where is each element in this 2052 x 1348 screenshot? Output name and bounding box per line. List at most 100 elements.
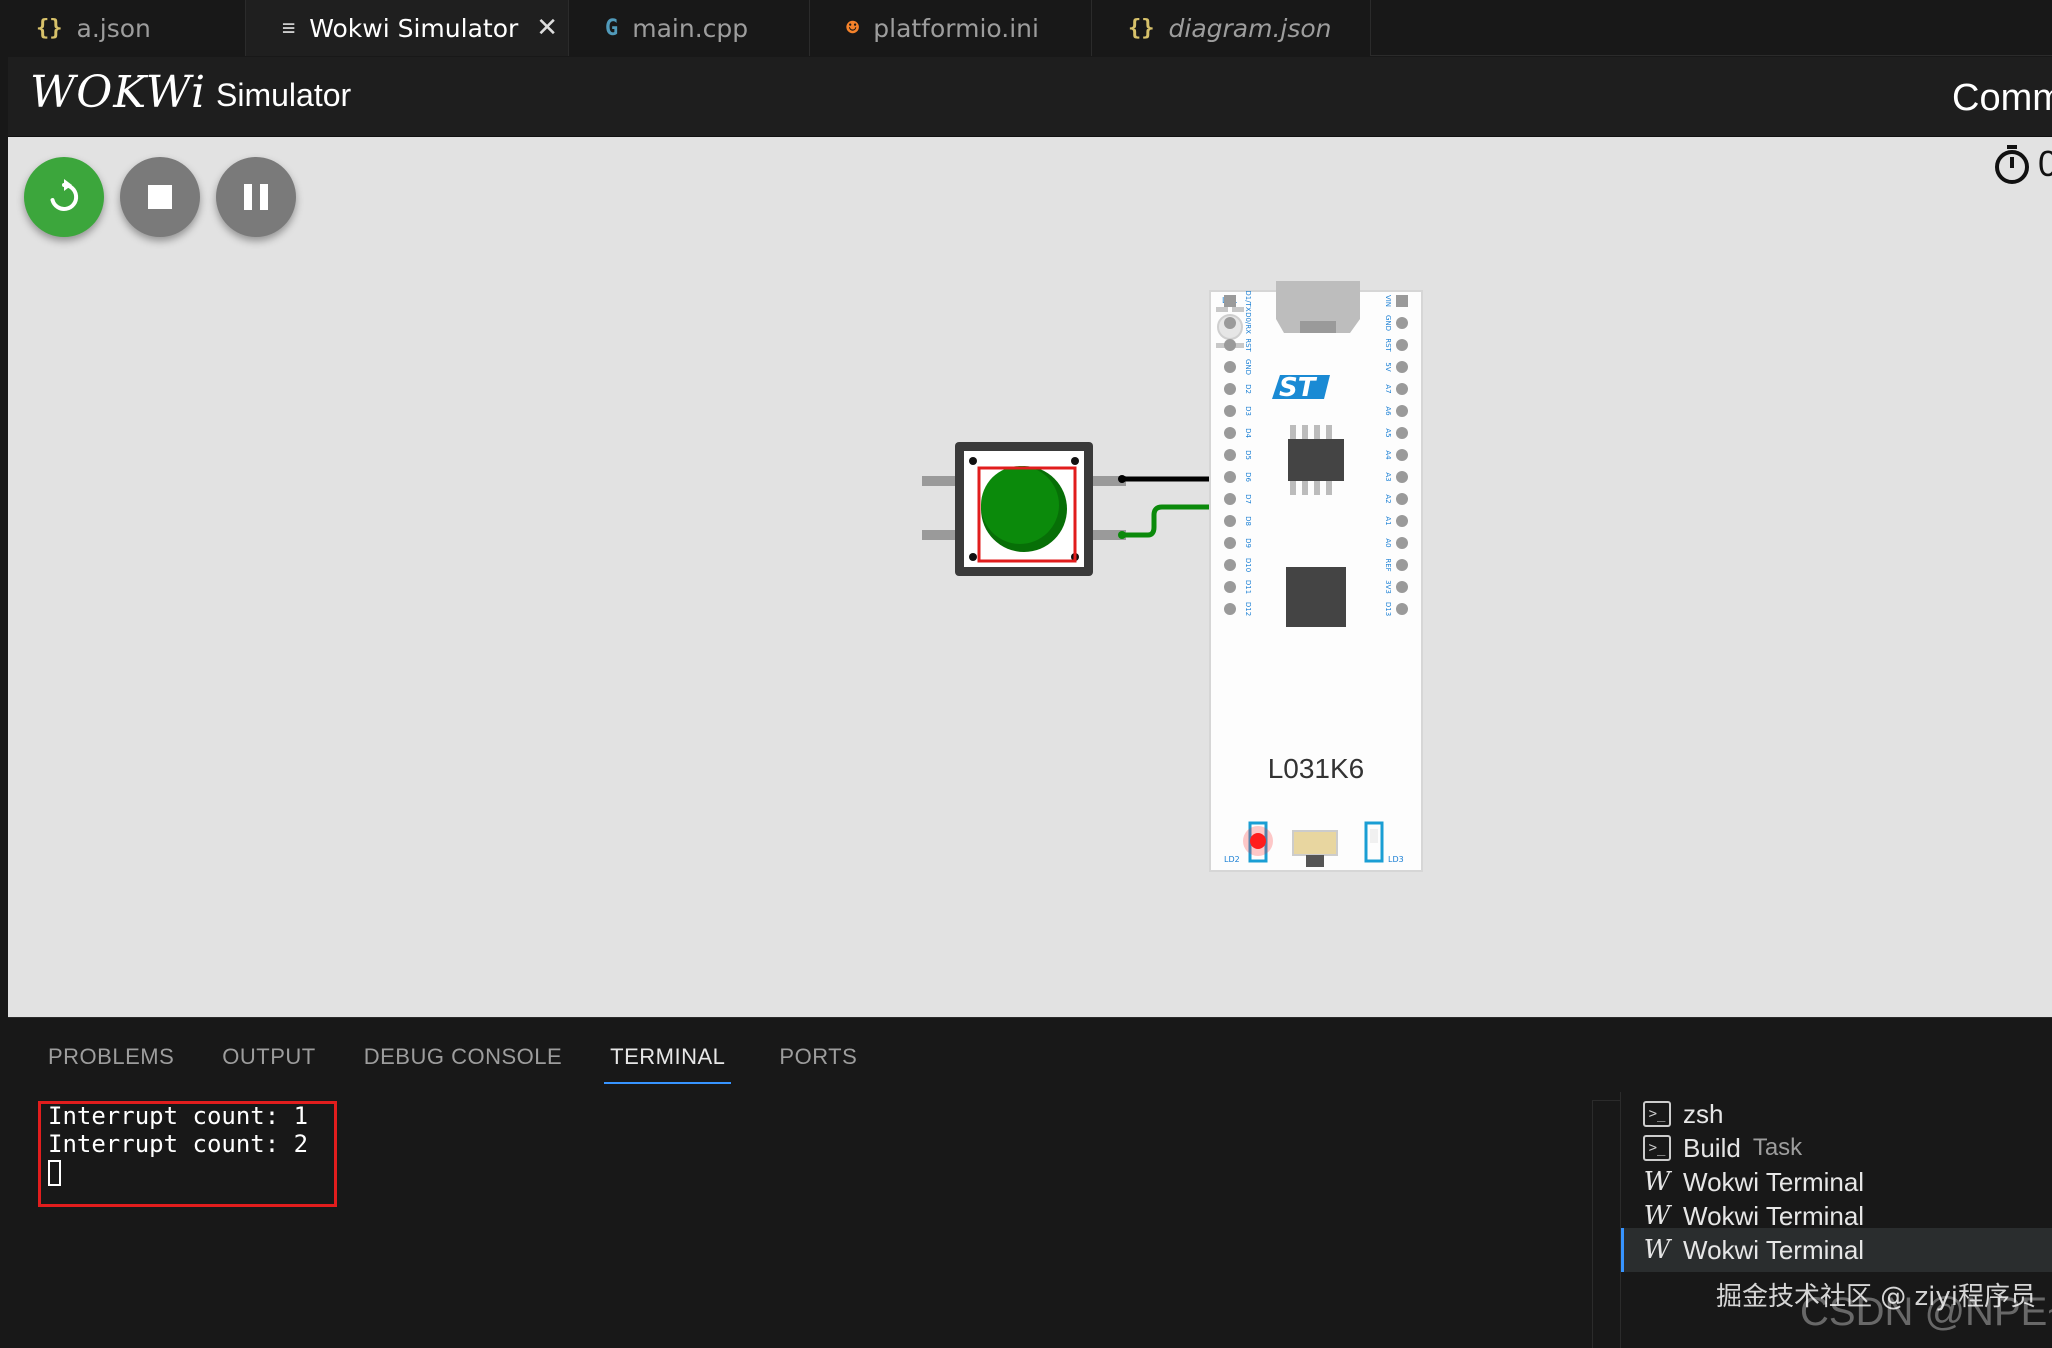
- pin-a7[interactable]: [1396, 383, 1408, 395]
- pin-d1-tx[interactable]: [1224, 295, 1236, 307]
- tab-wokwi-simulator[interactable]: ≡ Wokwi Simulator ✕: [246, 0, 569, 56]
- tab-label: platformio.ini: [873, 13, 1039, 43]
- pin-3v3[interactable]: [1396, 581, 1408, 593]
- pin-d7[interactable]: [1224, 493, 1236, 505]
- led-label-ld3: LD3: [1388, 855, 1404, 864]
- pin-label: D6: [1244, 472, 1252, 482]
- pin-label: A6: [1384, 406, 1392, 416]
- header-right-text: Comm: [1952, 77, 2052, 119]
- pin-label: A7: [1384, 384, 1392, 393]
- user-button-board[interactable]: [1292, 830, 1338, 856]
- tab-problems[interactable]: PROBLEMS: [48, 1044, 174, 1084]
- json-braces-icon: {}: [36, 15, 63, 41]
- restart-simulation-button[interactable]: [24, 157, 104, 237]
- platformio-icon: ☻: [846, 15, 860, 41]
- pin-label: 3V3: [1384, 580, 1392, 594]
- terminal-line: Interrupt count: 1: [48, 1102, 309, 1130]
- pin-d6[interactable]: [1224, 471, 1236, 483]
- smd-part: [1216, 307, 1228, 312]
- terminal-item-wokwi-3[interactable]: W Wokwi Terminal: [1621, 1228, 2052, 1272]
- watermark-juejin: 掘金技术社区 @ ziyi程序员: [1716, 1282, 2037, 1312]
- pin-gnd[interactable]: [1396, 317, 1408, 329]
- pushbutton[interactable]: [955, 442, 1093, 576]
- simulation-timer: 0: [1992, 143, 2052, 185]
- pin-label: A3: [1384, 472, 1392, 481]
- circuit-diagram: LD1 ST L031K6: [922, 281, 1423, 872]
- button-stem: [1306, 855, 1324, 867]
- pin-a2[interactable]: [1396, 493, 1408, 505]
- simulator-canvas: LD1 ST L031K6: [8, 137, 2052, 1017]
- terminal-cursor: [48, 1160, 61, 1186]
- tab-label: a.json: [76, 13, 151, 43]
- pin-label: D8: [1244, 516, 1252, 526]
- nucleo-board[interactable]: LD1 ST L031K6: [1209, 281, 1423, 872]
- tab-output[interactable]: OUTPUT: [222, 1044, 315, 1084]
- wokwi-icon: W: [1643, 1167, 1671, 1197]
- preview-icon: ≡: [282, 15, 296, 41]
- pin-d2[interactable]: [1224, 383, 1236, 395]
- pin-label: D3: [1244, 406, 1252, 416]
- pin-d4[interactable]: [1224, 427, 1236, 439]
- tab-label: main.cpp: [632, 13, 749, 43]
- panel-tab-bar: PROBLEMS OUTPUT DEBUG CONSOLE TERMINAL P…: [48, 1044, 905, 1084]
- pin-a1[interactable]: [1396, 515, 1408, 527]
- pin-d10[interactable]: [1224, 559, 1236, 571]
- pin-a6[interactable]: [1396, 405, 1408, 417]
- pin-ref[interactable]: [1396, 559, 1408, 571]
- pin-label: A5: [1384, 428, 1392, 437]
- pin-label: D1/TX: [1244, 290, 1252, 311]
- pin-5v[interactable]: [1396, 361, 1408, 373]
- close-icon[interactable]: ✕: [536, 13, 558, 43]
- pin-a5[interactable]: [1396, 427, 1408, 439]
- wokwi-header: WOKWi Simulator Comm: [8, 57, 2052, 137]
- tab-ports[interactable]: PORTS: [779, 1044, 857, 1084]
- pin-d5[interactable]: [1224, 449, 1236, 461]
- editor-tab-bar: {} a.json ≡ Wokwi Simulator ✕ G main.cpp…: [0, 0, 2052, 56]
- tab-diagram-json[interactable]: {} diagram.json: [1092, 0, 1371, 56]
- pin-d3[interactable]: [1224, 405, 1236, 417]
- terminal-list-divider: [1592, 1100, 1620, 1348]
- tab-terminal[interactable]: TERMINAL: [604, 1044, 732, 1084]
- pin-label: D13: [1384, 602, 1392, 616]
- pin-label: D11: [1244, 580, 1252, 594]
- pin-d12[interactable]: [1224, 603, 1236, 615]
- pin-gnd[interactable]: [1224, 361, 1236, 373]
- pin-label: RST: [1244, 338, 1252, 352]
- pin-label: GND: [1244, 359, 1252, 375]
- tab-debug-console[interactable]: DEBUG CONSOLE: [364, 1044, 562, 1084]
- header-subtitle: Simulator: [216, 77, 352, 113]
- pin-d11[interactable]: [1224, 581, 1236, 593]
- tab-label: diagram.json: [1168, 13, 1332, 43]
- terminal-item-task: Task: [1752, 1134, 1803, 1161]
- pin-a0[interactable]: [1396, 537, 1408, 549]
- pin-d9[interactable]: [1224, 537, 1236, 549]
- pin-rst[interactable]: [1396, 339, 1408, 351]
- pin-label: D10: [1244, 558, 1252, 572]
- restart-icon: [50, 179, 79, 211]
- board-model-label: L031K6: [1268, 753, 1365, 784]
- pin-rst[interactable]: [1224, 339, 1236, 351]
- json-braces-icon: {}: [1128, 15, 1155, 41]
- pin-d13[interactable]: [1396, 603, 1408, 615]
- pin-label: REF: [1384, 558, 1392, 571]
- pin-label: D7: [1244, 494, 1252, 504]
- pin-a4[interactable]: [1396, 449, 1408, 461]
- led-label-ld2: LD2: [1224, 855, 1240, 864]
- pin-a3[interactable]: [1396, 471, 1408, 483]
- pin-d0-rx[interactable]: [1224, 317, 1236, 329]
- pin-label: A2: [1384, 494, 1392, 503]
- pin-label: A1: [1384, 516, 1392, 525]
- stop-simulation-button[interactable]: [120, 157, 200, 237]
- pin-label: GND: [1384, 315, 1392, 331]
- pin-label: 5V: [1384, 362, 1392, 371]
- pause-simulation-button[interactable]: [216, 157, 296, 237]
- mcu-chip: [1286, 567, 1346, 627]
- tab-platformio-ini[interactable]: ☻ platformio.ini: [810, 0, 1092, 56]
- pin-d8[interactable]: [1224, 515, 1236, 527]
- wokwi-icon: W: [1643, 1235, 1671, 1265]
- pin-vin[interactable]: [1396, 295, 1408, 307]
- tab-a-json[interactable]: {} a.json: [0, 0, 246, 56]
- terminal-output[interactable]: Interrupt count: 1 Interrupt count: 2: [48, 1102, 308, 1186]
- tab-main-cpp[interactable]: G main.cpp: [569, 0, 810, 56]
- tab-label: Wokwi Simulator: [309, 13, 519, 43]
